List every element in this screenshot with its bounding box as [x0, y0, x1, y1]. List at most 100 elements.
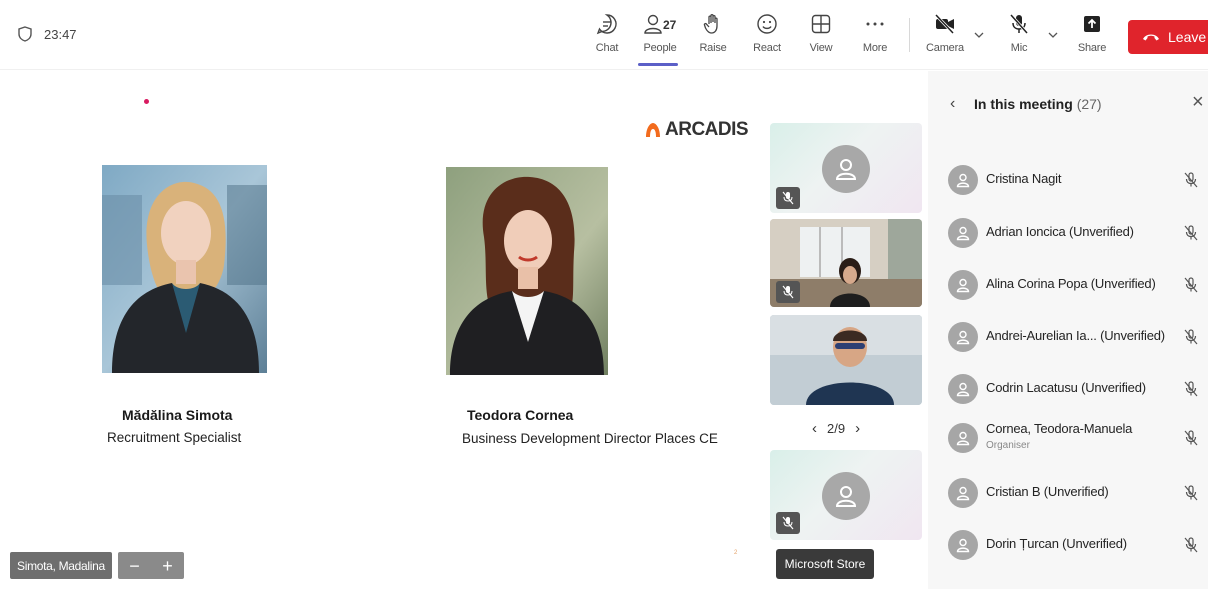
participant-row[interactable]: Cristian B (Unverified) [928, 474, 1208, 514]
mic-off-icon [1184, 277, 1198, 293]
share-label: Share [1077, 42, 1107, 54]
zoom-out-button[interactable]: − [129, 557, 140, 575]
participant-row[interactable]: Codrin Lacatusu (Unverified) [928, 370, 1208, 410]
more-button[interactable]: More [850, 12, 900, 62]
chat-icon [596, 14, 617, 35]
react-label: React [753, 42, 781, 54]
camera-label: Camera [926, 42, 964, 54]
mic-button[interactable]: Mic [994, 12, 1044, 62]
participant-avatar-icon [948, 322, 978, 352]
mic-label: Mic [1010, 42, 1028, 54]
mic-off-icon [1184, 430, 1198, 446]
person-name-1: Mădălina Simota [122, 407, 233, 423]
panel-title: In this meeting (27) [974, 96, 1102, 112]
video-tile-room[interactable] [770, 219, 922, 307]
camera-off-icon [934, 13, 955, 35]
person-role-1: Recruitment Specialist [107, 430, 242, 445]
participant-row[interactable]: Alina Corina Popa (Unverified) [928, 266, 1208, 306]
participant-row[interactable]: Adrian Ioncica (Unverified) [928, 214, 1208, 254]
zoom-in-button[interactable]: + [162, 557, 173, 575]
participant-avatar-icon [948, 165, 978, 195]
hand-icon [703, 13, 718, 34]
raise-hand-button[interactable]: Raise [688, 12, 738, 62]
view-label: View [809, 42, 833, 54]
participant-row[interactable]: Dorin Țurcan (Unverified) [928, 526, 1208, 566]
shield-icon [18, 26, 32, 42]
participant-count: (27) [1076, 96, 1102, 112]
mic-off-icon [1184, 172, 1198, 188]
participant-name: Cornea, Teodora-Manuela [986, 421, 1133, 436]
participant-name: Dorin Țurcan (Unverified) [986, 536, 1127, 551]
slide-page-mark: 2 [734, 550, 738, 556]
smiley-icon [757, 14, 777, 34]
mic-options-chevron-icon[interactable] [1046, 28, 1060, 42]
chat-label: Chat [595, 42, 619, 54]
arcadis-logo-icon [646, 123, 660, 137]
participant-avatar-icon [948, 218, 978, 248]
muted-mic-icon [776, 512, 800, 534]
meeting-toolbar: 23:47 Chat 27 People Raise React View Mo… [0, 0, 1208, 70]
share-button[interactable]: Share [1067, 12, 1117, 62]
person-avatar-icon [822, 472, 870, 520]
video-pager: ‹ 2/9 › [812, 420, 860, 437]
view-button[interactable]: View [796, 12, 846, 62]
video-tile-avatar[interactable] [770, 123, 922, 213]
toolbar-divider [909, 18, 910, 52]
leave-button[interactable]: Leave [1128, 20, 1208, 54]
participant-avatar-icon [948, 423, 978, 453]
participant-row[interactable]: Cornea, Teodora-Manuela Organiser [928, 419, 1208, 459]
participant-avatar-icon [948, 530, 978, 560]
person-avatar-icon [822, 145, 870, 193]
next-page-icon[interactable]: › [855, 420, 860, 437]
mic-off-icon [1184, 537, 1198, 553]
people-button[interactable]: 27 People [635, 12, 685, 66]
mic-off-icon [1184, 225, 1198, 241]
participant-avatar-icon [948, 478, 978, 508]
people-label: People [643, 42, 677, 54]
participant-row[interactable]: Cristina Nagit [928, 161, 1208, 201]
previous-page-icon[interactable]: ‹ [812, 420, 817, 437]
active-tab-indicator [638, 63, 678, 66]
person-photo-cornea [446, 167, 608, 375]
share-screen-icon [1084, 16, 1100, 32]
logo-text: ARCADIS [665, 119, 749, 140]
mic-off-icon [1009, 14, 1029, 34]
participant-name: Cristina Nagit [986, 171, 1062, 186]
react-button[interactable]: React [742, 12, 792, 62]
pager-text: 2/9 [827, 421, 846, 436]
back-chevron-icon[interactable]: ‹ [950, 95, 955, 113]
presenter-name-badge: Simota, Madalina [10, 552, 112, 579]
camera-options-chevron-icon[interactable] [972, 28, 986, 42]
shared-content-stage: ARCADIS Mădălina Simota Recruitment Spec… [0, 71, 762, 589]
chat-button[interactable]: Chat [582, 12, 632, 62]
muted-mic-icon [776, 281, 800, 303]
more-label: More [862, 42, 888, 54]
video-tile-avatar-2[interactable] [770, 450, 922, 540]
participant-name: Alina Corina Popa (Unverified) [986, 276, 1156, 291]
leave-label: Leave [1168, 29, 1207, 45]
panel-title-text: In this meeting [974, 96, 1073, 112]
timer-text: 23:47 [44, 26, 77, 42]
mic-off-icon [1184, 381, 1198, 397]
meeting-timer: 23:47 [18, 26, 77, 42]
person-name-2: Teodora Cornea [467, 407, 574, 423]
mic-off-icon [1184, 329, 1198, 345]
muted-mic-icon [776, 187, 800, 209]
participant-row[interactable]: Andrei-Aurelian Ia... (Unverified) [928, 318, 1208, 358]
participant-name: Codrin Lacatusu (Unverified) [986, 380, 1146, 395]
people-panel: ‹ In this meeting (27) × Cristina Nagit A… [928, 71, 1208, 589]
participant-name: Adrian Ioncica (Unverified) [986, 224, 1134, 239]
close-icon[interactable]: × [1192, 91, 1204, 114]
more-dots-icon [866, 22, 884, 26]
raise-label: Raise [699, 42, 727, 54]
pointer-dot [144, 99, 149, 104]
video-tile-man[interactable] [770, 315, 922, 405]
participant-name: Cristian B (Unverified) [986, 484, 1109, 499]
participant-role: Organiser [986, 440, 1030, 451]
zoom-control: − + [118, 552, 184, 579]
mic-off-icon [1184, 485, 1198, 501]
participant-name: Andrei-Aurelian Ia... (Unverified) [986, 328, 1165, 343]
person-photo-simota [102, 165, 267, 373]
grid-view-icon [811, 14, 831, 34]
camera-button[interactable]: Camera [920, 12, 970, 62]
